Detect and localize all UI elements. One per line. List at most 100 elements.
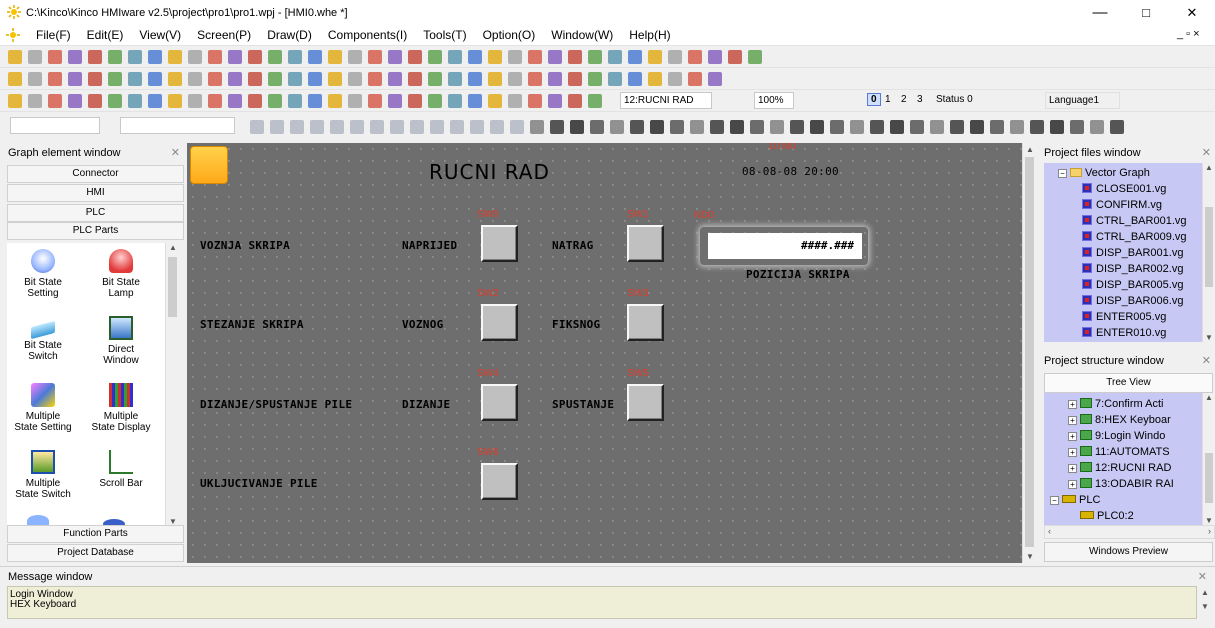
toolbar-tool-icon[interactable] <box>128 50 142 64</box>
category-hmi[interactable]: HMI <box>7 184 184 202</box>
font-name-combo[interactable] <box>10 117 100 134</box>
category-plc[interactable]: PLC <box>7 204 184 222</box>
toolbar-tool-icon[interactable] <box>88 94 102 108</box>
design-canvas[interactable]: RUCNI RAD DTM0 08-08-08 20:00 ND0 ####.#… <box>187 143 1022 563</box>
structure-item[interactable]: +12:RUCNI RAD <box>1068 460 1171 476</box>
message-line[interactable]: HEX Keyboard <box>10 600 1194 610</box>
fill-pattern-icon[interactable] <box>250 120 264 134</box>
part-bit-state-switch[interactable]: Bit State Switch <box>7 316 81 362</box>
bit-switch-button[interactable] <box>627 225 664 262</box>
scroll-thumb[interactable] <box>1205 207 1213 287</box>
toolbar-tool-icon[interactable] <box>8 50 22 64</box>
toolbar-tool-icon[interactable] <box>248 50 262 64</box>
toolbar-tool-icon[interactable] <box>28 50 42 64</box>
structure-item[interactable]: +7:Confirm Acti <box>1068 396 1163 412</box>
toolbar-tool-icon[interactable] <box>148 50 162 64</box>
file-item[interactable]: ENTER010.vg <box>1082 325 1166 341</box>
language-combo[interactable]: Language1 <box>1045 92 1120 109</box>
toolbar-tool-icon[interactable] <box>88 72 102 86</box>
expand-icon[interactable]: + <box>1068 480 1077 489</box>
toolbar-tool-icon[interactable] <box>728 50 742 64</box>
toolbar-tool-icon[interactable] <box>308 50 322 64</box>
menu-view[interactable]: View(V) <box>139 28 181 42</box>
collapse-icon[interactable]: − <box>1050 496 1059 505</box>
zoom-combo[interactable]: 100% <box>754 92 794 109</box>
toolbar-tool-icon[interactable] <box>488 94 502 108</box>
toolbar-tool-icon[interactable] <box>208 94 222 108</box>
file-item[interactable]: CTRL_BAR009.vg <box>1082 229 1187 245</box>
toolbar-tool-icon[interactable] <box>408 72 422 86</box>
fill-pattern-icon[interactable] <box>970 120 984 134</box>
scroll-down-icon[interactable]: ▼ <box>1203 333 1215 342</box>
fill-pattern-icon[interactable] <box>890 120 904 134</box>
logo-button[interactable] <box>190 146 228 184</box>
message-line[interactable]: Login Window <box>10 590 1194 600</box>
maximize-button[interactable]: □ <box>1123 0 1169 25</box>
toolbar-tool-icon[interactable] <box>408 94 422 108</box>
state-3-button[interactable]: 3 <box>917 94 923 105</box>
toolbar-tool-icon[interactable] <box>428 50 442 64</box>
canvas-scrollbar[interactable]: ▲ ▼ <box>1022 143 1036 563</box>
fill-pattern-icon[interactable] <box>830 120 844 134</box>
fill-pattern-icon[interactable] <box>490 120 504 134</box>
toolbar-tool-icon[interactable] <box>68 94 82 108</box>
fill-pattern-icon[interactable] <box>570 120 584 134</box>
fill-pattern-icon[interactable] <box>430 120 444 134</box>
fill-pattern-icon[interactable] <box>590 120 604 134</box>
menu-components[interactable]: Components(I) <box>328 28 407 42</box>
font-size-combo[interactable] <box>120 117 235 134</box>
fill-pattern-icon[interactable] <box>990 120 1004 134</box>
toolbar-tool-icon[interactable] <box>48 50 62 64</box>
toolbar-tool-icon[interactable] <box>608 50 622 64</box>
toolbar-tool-icon[interactable] <box>248 94 262 108</box>
menu-file[interactable]: File(F) <box>36 28 71 42</box>
toolbar-tool-icon[interactable] <box>348 50 362 64</box>
toolbar-tool-icon[interactable] <box>48 72 62 86</box>
toolbar-tool-icon[interactable] <box>648 50 662 64</box>
toolbar-tool-icon[interactable] <box>168 72 182 86</box>
toolbar-tool-icon[interactable] <box>308 72 322 86</box>
toolbar-tool-icon[interactable] <box>28 94 42 108</box>
menu-option[interactable]: Option(O) <box>483 28 536 42</box>
fill-pattern-icon[interactable] <box>1070 120 1084 134</box>
scroll-up-icon[interactable]: ▲ <box>1198 586 1212 600</box>
toolbar-tool-icon[interactable] <box>108 94 122 108</box>
toolbar-tool-icon[interactable] <box>208 50 222 64</box>
toolbar-tool-icon[interactable] <box>368 50 382 64</box>
file-item[interactable]: DISP_BAR001.vg <box>1082 245 1183 261</box>
toolbar-tool-icon[interactable] <box>8 72 22 86</box>
fill-pattern-icon[interactable] <box>310 120 324 134</box>
toolbar-tool-icon[interactable] <box>388 72 402 86</box>
fill-pattern-icon[interactable] <box>1010 120 1024 134</box>
fill-pattern-icon[interactable] <box>790 120 804 134</box>
fill-pattern-icon[interactable] <box>610 120 624 134</box>
scroll-up-icon[interactable]: ▲ <box>166 243 180 252</box>
toolbar-tool-icon[interactable] <box>428 72 442 86</box>
scroll-down-icon[interactable]: ▼ <box>1023 552 1037 561</box>
toolbar-tool-icon[interactable] <box>588 50 602 64</box>
toolbar-tool-icon[interactable] <box>408 50 422 64</box>
scroll-right-icon[interactable]: › <box>1208 526 1211 536</box>
state-2-button[interactable]: 2 <box>901 94 907 105</box>
menu-tools[interactable]: Tools(T) <box>423 28 466 42</box>
files-scrollbar[interactable]: ▲ ▼ <box>1202 163 1215 342</box>
toolbar-tool-icon[interactable] <box>548 94 562 108</box>
scroll-left-icon[interactable]: ‹ <box>1048 526 1051 536</box>
fill-pattern-icon[interactable] <box>670 120 684 134</box>
fill-pattern-icon[interactable] <box>510 120 524 134</box>
toolbar-tool-icon[interactable] <box>28 72 42 86</box>
document-window-controls[interactable]: _ ▫ × <box>1177 28 1200 40</box>
toolbar-tool-icon[interactable] <box>688 50 702 64</box>
toolbar-tool-icon[interactable] <box>228 94 242 108</box>
toolbar-tool-icon[interactable] <box>308 94 322 108</box>
toolbar-tool-icon[interactable] <box>548 50 562 64</box>
toolbar-tool-icon[interactable] <box>268 94 282 108</box>
toolbar-tool-icon[interactable] <box>288 94 302 108</box>
fill-pattern-icon[interactable] <box>870 120 884 134</box>
toolbar-tool-icon[interactable] <box>8 94 22 108</box>
file-item[interactable]: CONFIRM.vg <box>1082 197 1162 213</box>
toolbar-tool-icon[interactable] <box>148 94 162 108</box>
toolbar-tool-icon[interactable] <box>188 50 202 64</box>
toolbar-tool-icon[interactable] <box>228 50 242 64</box>
toolbar-tool-icon[interactable] <box>528 94 542 108</box>
